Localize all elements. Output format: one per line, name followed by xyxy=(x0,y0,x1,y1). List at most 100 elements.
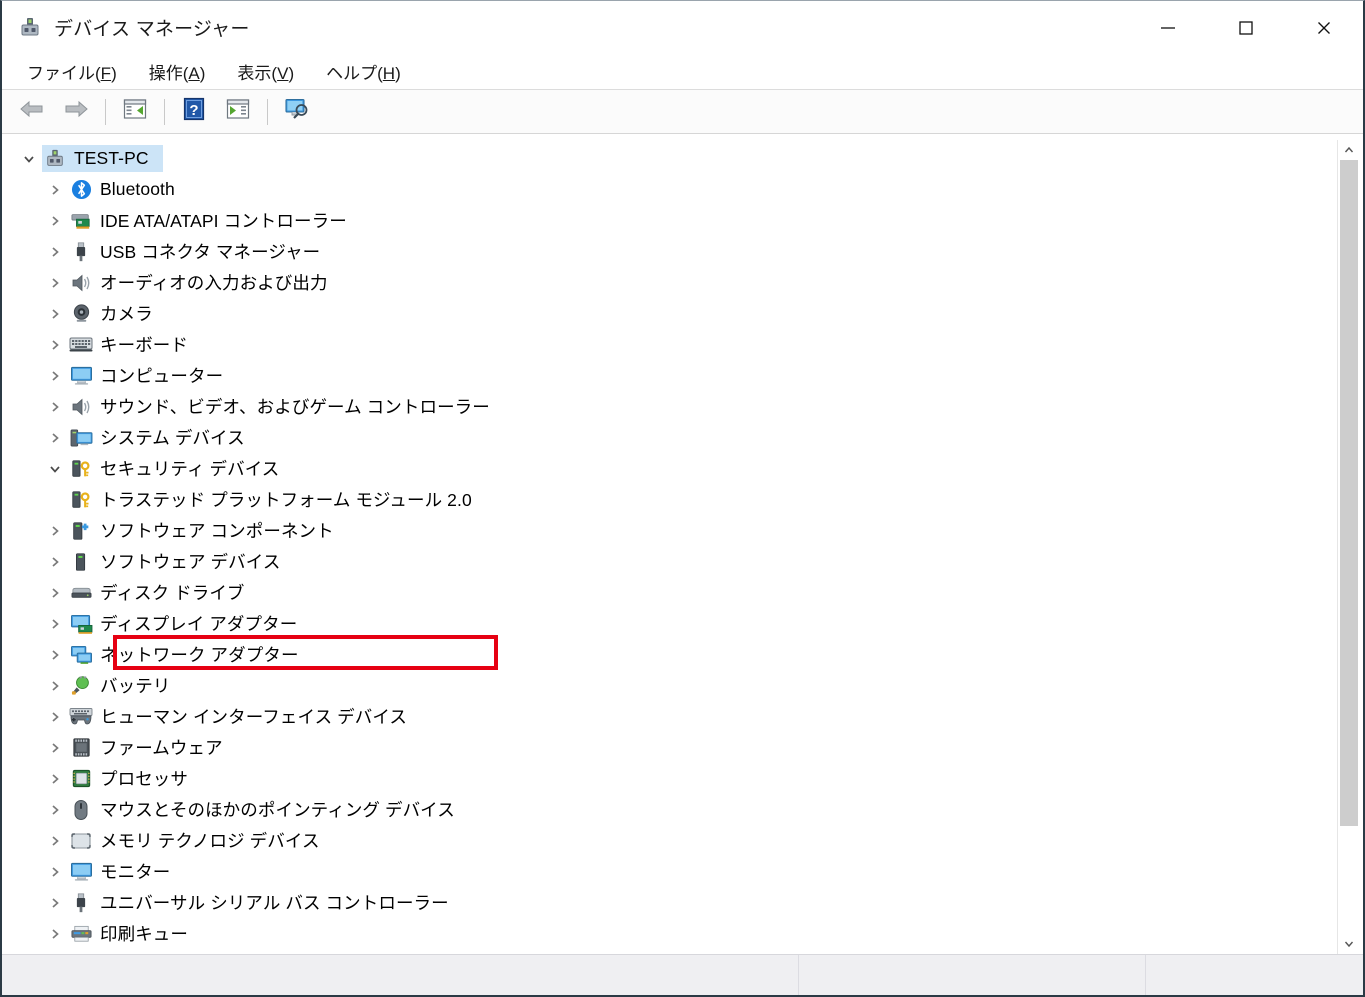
chevron-right-icon[interactable] xyxy=(42,639,68,670)
battery-icon xyxy=(68,675,94,697)
chevron-right-icon[interactable] xyxy=(42,422,68,453)
usb-connector-icon xyxy=(68,241,94,263)
chevron-right-icon[interactable] xyxy=(42,918,68,949)
chevron-right-icon[interactable] xyxy=(42,732,68,763)
chevron-right-icon[interactable] xyxy=(42,515,68,546)
menu-file-accel: F xyxy=(100,64,112,83)
chevron-right-icon[interactable] xyxy=(42,391,68,422)
chevron-right-icon[interactable] xyxy=(42,577,68,608)
chevron-right-icon[interactable] xyxy=(42,298,68,329)
firmware-chip-icon xyxy=(68,737,94,759)
maximize-button[interactable] xyxy=(1207,1,1285,54)
speaker-icon xyxy=(68,396,94,418)
scroll-up-button[interactable] xyxy=(1338,140,1359,160)
chevron-down-icon[interactable] xyxy=(42,453,68,484)
tree-row-label: カメラ xyxy=(100,304,153,324)
forward-button[interactable] xyxy=(57,95,95,129)
chevron-right-icon[interactable] xyxy=(42,825,68,856)
menu-action[interactable]: 操作(A) xyxy=(138,56,217,87)
chevron-right-icon[interactable] xyxy=(42,329,68,360)
vertical-scrollbar[interactable] xyxy=(1337,140,1359,954)
menu-file[interactable]: ファイル(F) xyxy=(16,56,128,87)
scrollbar-thumb[interactable] xyxy=(1340,160,1358,826)
tree-row-firmware[interactable]: ファームウェア xyxy=(10,732,1337,763)
disk-drive-icon xyxy=(68,582,94,604)
chevron-right-icon[interactable] xyxy=(42,360,68,391)
security-device-key-icon xyxy=(68,489,94,511)
tree-row-usb-controllers[interactable]: ユニバーサル シリアル バス コントローラー xyxy=(10,887,1337,918)
tree-row-system-devices[interactable]: システム デバイス xyxy=(10,422,1337,453)
tree-row-network-adapters[interactable]: ネットワーク アダプター xyxy=(10,639,1337,670)
bluetooth-icon xyxy=(68,179,94,201)
tree-row-label: 印刷キュー xyxy=(100,924,188,944)
mouse-icon xyxy=(68,799,94,821)
tree-row-memory-technology-devices[interactable]: メモリ テクノロジ デバイス xyxy=(10,825,1337,856)
update-driver-button[interactable] xyxy=(219,95,257,129)
device-manager-window: デバイス マネージャー ファイル(F) 操作(A) 表示(V) ヘルプ(H) ?… xyxy=(0,0,1365,997)
tree-row-software-components[interactable]: ソフトウェア コンポーネント xyxy=(10,515,1337,546)
tree-row-software-devices[interactable]: ソフトウェア デバイス xyxy=(10,546,1337,577)
tree-row-display-adapters[interactable]: ディスプレイ アダプター xyxy=(10,608,1337,639)
ide-controller-icon xyxy=(68,210,94,232)
monitor-icon xyxy=(68,861,94,883)
scrollbar-track[interactable] xyxy=(1338,160,1359,934)
tree-row-batteries[interactable]: バッテリ xyxy=(10,670,1337,701)
chevron-right-icon[interactable] xyxy=(42,856,68,887)
device-tree[interactable]: TEST-PC Bluetooth IDE ATA/ATAPI コントローラー … xyxy=(10,140,1337,954)
help-button[interactable]: ? xyxy=(175,95,213,129)
tree-row-ide-controller[interactable]: IDE ATA/ATAPI コントローラー xyxy=(10,205,1337,236)
tree-row-computer[interactable]: コンピューター xyxy=(10,360,1337,391)
tree-row-label: システム デバイス xyxy=(100,428,245,448)
tree-row-label: TEST-PC xyxy=(74,148,149,168)
tree-row-camera[interactable]: カメラ xyxy=(10,298,1337,329)
menu-view[interactable]: 表示(V) xyxy=(226,56,305,87)
processor-icon xyxy=(68,768,94,790)
tree-row-sound-video-game-controllers[interactable]: サウンド、ビデオ、およびゲーム コントローラー xyxy=(10,391,1337,422)
menu-view-label: 表示 xyxy=(237,64,272,83)
system-devices-icon xyxy=(68,427,94,449)
tree-row-root[interactable]: TEST-PC xyxy=(10,143,1337,174)
status-bar xyxy=(2,954,1363,995)
tree-row-processors[interactable]: プロセッサ xyxy=(10,763,1337,794)
chevron-right-icon[interactable] xyxy=(42,205,68,236)
back-button[interactable] xyxy=(13,95,51,129)
chevron-right-icon[interactable] xyxy=(42,887,68,918)
tree-row-disk-drives[interactable]: ディスク ドライブ xyxy=(10,577,1337,608)
chevron-right-icon[interactable] xyxy=(42,174,68,205)
tree-row-monitors[interactable]: モニター xyxy=(10,856,1337,887)
tree-row-bluetooth[interactable]: Bluetooth xyxy=(10,174,1337,205)
speaker-icon xyxy=(68,272,94,294)
tree-row-print-queues[interactable]: 印刷キュー xyxy=(10,918,1337,949)
tree-row-mice-pointing-devices[interactable]: マウスとそのほかのポインティング デバイス xyxy=(10,794,1337,825)
chevron-right-icon[interactable] xyxy=(42,608,68,639)
tree-row-label: ネットワーク アダプター xyxy=(100,645,299,665)
content-area: TEST-PC Bluetooth IDE ATA/ATAPI コントローラー … xyxy=(2,134,1363,954)
chevron-right-icon[interactable] xyxy=(42,267,68,298)
tree-row-label: プロセッサ xyxy=(100,769,188,789)
properties-button[interactable] xyxy=(116,95,154,129)
close-button[interactable] xyxy=(1285,1,1363,54)
tree-row-human-interface-devices[interactable]: ヒューマン インターフェイス デバイス xyxy=(10,701,1337,732)
chevron-right-icon[interactable] xyxy=(42,546,68,577)
tree-row-label: ディスプレイ アダプター xyxy=(100,614,298,634)
tree-row-trusted-platform-module[interactable]: トラステッド プラットフォーム モジュール 2.0 xyxy=(10,484,1337,515)
tree-row-label: サウンド、ビデオ、およびゲーム コントローラー xyxy=(100,397,490,417)
tree-row-label: ソフトウェア デバイス xyxy=(100,552,281,572)
menu-help-accel: H xyxy=(382,64,396,83)
chevron-right-icon[interactable] xyxy=(42,670,68,701)
tree-row-security-devices[interactable]: セキュリティ デバイス xyxy=(10,453,1337,484)
menu-help[interactable]: ヘルプ(H) xyxy=(315,56,412,87)
tree-row-keyboard[interactable]: キーボード xyxy=(10,329,1337,360)
chevron-right-icon[interactable] xyxy=(42,794,68,825)
scroll-down-button[interactable] xyxy=(1338,934,1359,954)
minimize-button[interactable] xyxy=(1129,1,1207,54)
chevron-right-icon[interactable] xyxy=(42,236,68,267)
tree-row-audio-io[interactable]: オーディオの入力および出力 xyxy=(10,267,1337,298)
software-device-icon xyxy=(68,551,94,573)
chevron-right-icon[interactable] xyxy=(42,763,68,794)
chevron-right-icon[interactable] xyxy=(42,701,68,732)
tree-row-usb-connector-manager[interactable]: USB コネクタ マネージャー xyxy=(10,236,1337,267)
chevron-down-icon[interactable] xyxy=(16,143,42,174)
scan-hardware-changes-button[interactable] xyxy=(278,95,316,129)
svg-text:?: ? xyxy=(189,102,198,119)
